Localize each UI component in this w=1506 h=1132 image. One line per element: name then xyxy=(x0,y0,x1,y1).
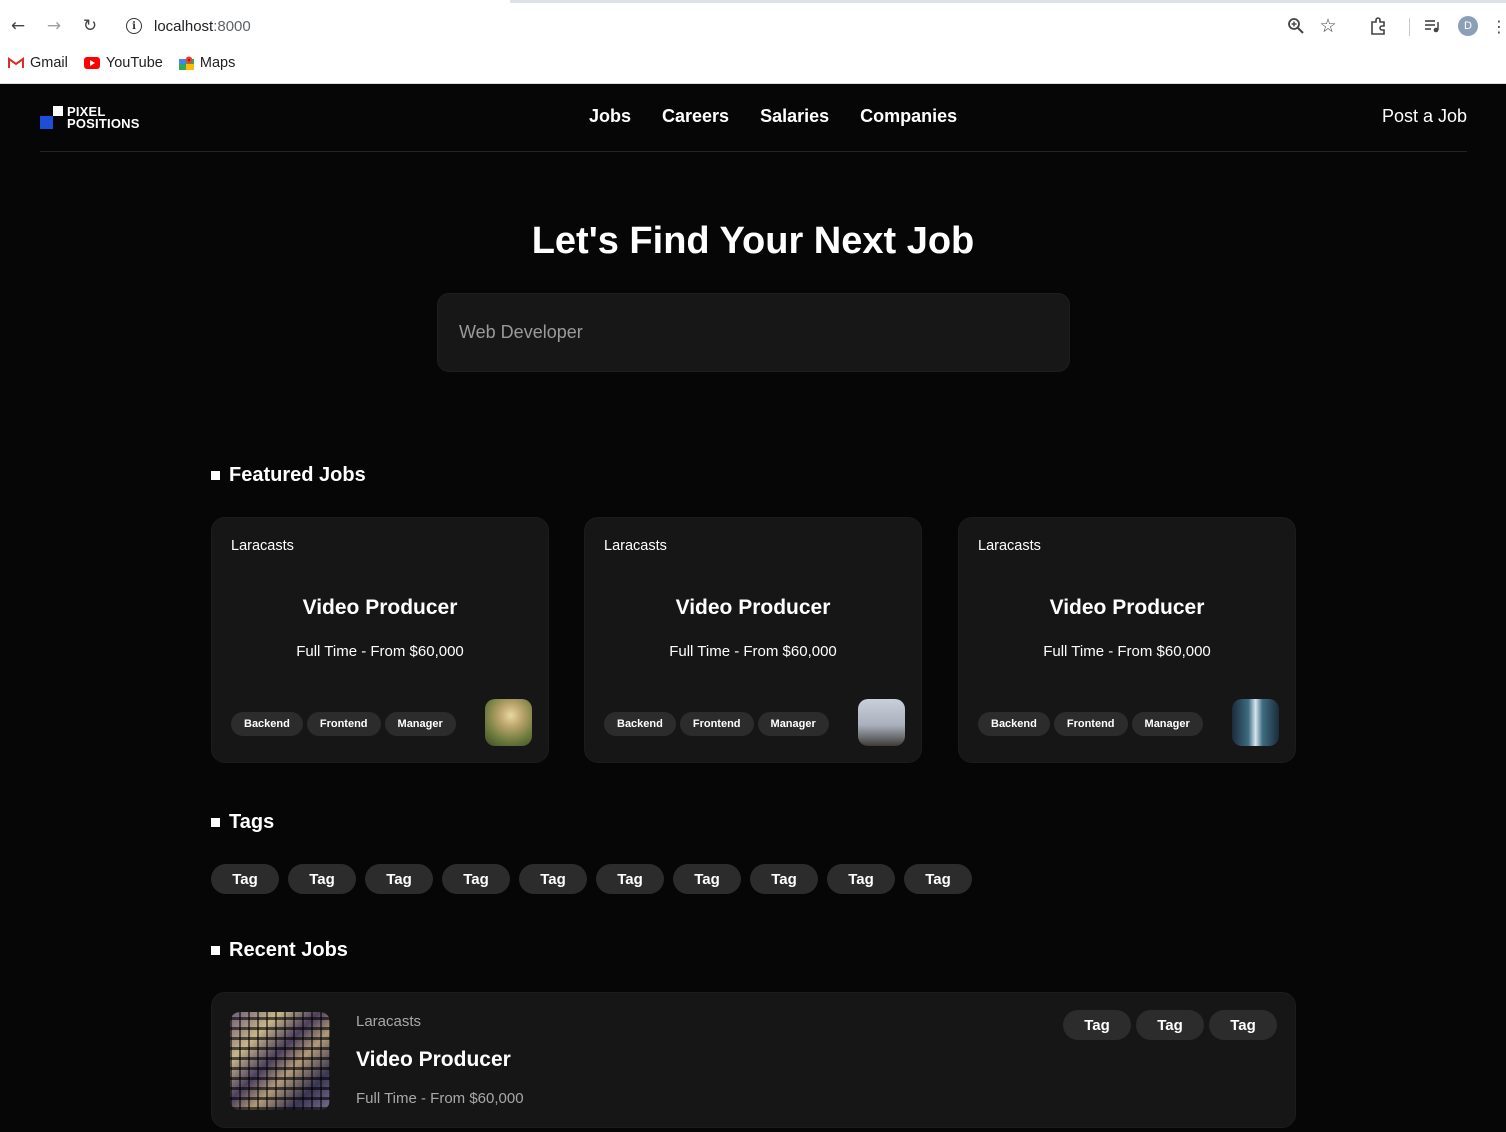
tag-pill[interactable]: Tag xyxy=(596,864,664,894)
tag-pill[interactable]: Tag xyxy=(750,864,818,894)
recent-jobs-heading: Recent Jobs xyxy=(211,939,348,962)
job-salary: Full Time - From $60,000 xyxy=(296,643,464,660)
featured-job-card[interactable]: Laracasts Video Producer Full Time - Fro… xyxy=(958,517,1296,763)
featured-job-card[interactable]: Laracasts Video Producer Full Time - Fro… xyxy=(211,517,549,763)
active-tab-edge xyxy=(0,0,510,3)
back-icon[interactable]: ← xyxy=(4,12,32,40)
browser-menu-icon[interactable]: ⋮ xyxy=(1491,12,1506,40)
job-tag[interactable]: Frontend xyxy=(679,712,754,736)
profile-avatar[interactable]: D xyxy=(1458,16,1478,36)
job-tag[interactable]: Manager xyxy=(384,712,456,736)
bookmark-label: Gmail xyxy=(30,55,68,71)
job-company: Laracasts xyxy=(604,538,667,554)
job-title[interactable]: Video Producer xyxy=(959,596,1295,620)
tags-heading: Tags xyxy=(211,811,274,834)
tag-pill[interactable]: Tag xyxy=(827,864,895,894)
tag-pill[interactable]: Tag xyxy=(519,864,587,894)
nav-jobs[interactable]: Jobs xyxy=(589,106,631,127)
main-nav: Jobs Careers Salaries Companies xyxy=(589,106,957,127)
bookmark-maps[interactable]: Maps xyxy=(178,55,236,71)
zoom-icon[interactable] xyxy=(1282,12,1310,40)
tag-pill[interactable]: Tag xyxy=(288,864,356,894)
tag-pill[interactable]: Tag xyxy=(442,864,510,894)
recent-job-card[interactable]: Laracasts Video Producer Full Time - Fro… xyxy=(211,992,1296,1128)
forward-icon[interactable]: → xyxy=(40,12,68,40)
employer-logo-image xyxy=(230,1012,330,1110)
job-tag[interactable]: Tag xyxy=(1063,1010,1131,1040)
post-job-link[interactable]: Post a Job xyxy=(1382,106,1467,127)
page-content: PIXEL POSITIONS Jobs Careers Salaries Com… xyxy=(0,84,1506,1132)
recent-jobs-heading-text: Recent Jobs xyxy=(229,939,348,961)
job-search-input[interactable] xyxy=(437,293,1070,372)
job-salary: Full Time - From $60,000 xyxy=(669,643,837,660)
bookmark-star-icon[interactable]: ☆ xyxy=(1314,12,1342,40)
job-tag[interactable]: Tag xyxy=(1209,1010,1277,1040)
browser-toolbar: ← → ↻ i localhost:8000 ☆ D ⋮ xyxy=(0,8,1506,44)
tag-list: Tag Tag Tag Tag Tag Tag Tag Tag Tag Tag xyxy=(211,864,972,894)
job-tags: Backend Frontend Manager xyxy=(231,712,456,736)
job-company: Laracasts xyxy=(231,538,294,554)
job-salary: Full Time - From $60,000 xyxy=(356,1090,524,1107)
employer-logo-image xyxy=(485,699,532,746)
featured-jobs-heading-text: Featured Jobs xyxy=(229,464,366,486)
gmail-icon xyxy=(8,57,24,69)
job-tag[interactable]: Manager xyxy=(757,712,829,736)
media-control-icon[interactable] xyxy=(1418,12,1446,40)
hero-title: Let's Find Your Next Job xyxy=(531,220,975,262)
job-tag[interactable]: Backend xyxy=(231,712,303,736)
url-host: localhost xyxy=(154,17,214,35)
address-url[interactable]: localhost:8000 xyxy=(154,18,251,35)
bookmark-label: Maps xyxy=(199,55,236,71)
bookmark-youtube[interactable]: YouTube xyxy=(83,55,163,71)
bookmarks-bar: Gmail YouTube Maps xyxy=(8,52,235,74)
maps-icon xyxy=(178,56,194,71)
logo-white-square xyxy=(53,106,63,116)
site-header: PIXEL POSITIONS Jobs Careers Salaries Com… xyxy=(40,84,1467,152)
job-company: Laracasts xyxy=(978,538,1041,554)
extensions-icon[interactable] xyxy=(1364,12,1392,40)
heading-bullet xyxy=(211,818,220,827)
reload-icon[interactable]: ↻ xyxy=(76,12,104,40)
job-tag[interactable]: Frontend xyxy=(306,712,381,736)
job-tag[interactable]: Frontend xyxy=(1053,712,1128,736)
browser-chrome: ← → ↻ i localhost:8000 ☆ D ⋮ Gmail YouTu… xyxy=(0,0,1506,84)
job-tag[interactable]: Tag xyxy=(1136,1010,1204,1040)
bookmark-label: YouTube xyxy=(105,55,163,71)
logo-blue-square xyxy=(40,116,53,129)
tag-pill[interactable]: Tag xyxy=(673,864,741,894)
bookmark-gmail[interactable]: Gmail xyxy=(8,55,68,71)
address-bar[interactable]: i localhost:8000 xyxy=(112,9,1352,43)
toolbar-separator xyxy=(1409,18,1410,36)
job-tags: Backend Frontend Manager xyxy=(604,712,829,736)
site-logo[interactable]: PIXEL POSITIONS xyxy=(40,104,150,132)
employer-logo-image xyxy=(858,699,905,746)
nav-careers[interactable]: Careers xyxy=(662,106,729,127)
job-title[interactable]: Video Producer xyxy=(212,596,548,620)
tag-pill[interactable]: Tag xyxy=(211,864,279,894)
url-port: :8000 xyxy=(213,17,251,35)
job-company: Laracasts xyxy=(356,1013,422,1030)
featured-job-card[interactable]: Laracasts Video Producer Full Time - Fro… xyxy=(584,517,922,763)
job-tag[interactable]: Backend xyxy=(978,712,1050,736)
site-info-icon[interactable]: i xyxy=(126,18,142,34)
job-title[interactable]: Video Producer xyxy=(356,1048,511,1072)
job-title[interactable]: Video Producer xyxy=(585,596,921,620)
tag-pill[interactable]: Tag xyxy=(904,864,972,894)
job-tags: Backend Frontend Manager xyxy=(978,712,1203,736)
logo-text: PIXEL POSITIONS xyxy=(67,104,140,131)
employer-logo-image xyxy=(1232,699,1279,746)
job-tag[interactable]: Manager xyxy=(1131,712,1203,736)
featured-jobs-heading: Featured Jobs xyxy=(211,464,366,487)
job-tag[interactable]: Backend xyxy=(604,712,676,736)
heading-bullet xyxy=(211,946,220,955)
job-salary: Full Time - From $60,000 xyxy=(1043,643,1211,660)
nav-companies[interactable]: Companies xyxy=(860,106,957,127)
tags-heading-text: Tags xyxy=(229,811,275,833)
tag-pill[interactable]: Tag xyxy=(365,864,433,894)
tab-strip xyxy=(0,0,1506,3)
heading-bullet xyxy=(211,471,220,480)
job-tags: Tag Tag Tag xyxy=(1063,1010,1277,1040)
nav-salaries[interactable]: Salaries xyxy=(760,106,829,127)
youtube-icon xyxy=(83,57,100,69)
